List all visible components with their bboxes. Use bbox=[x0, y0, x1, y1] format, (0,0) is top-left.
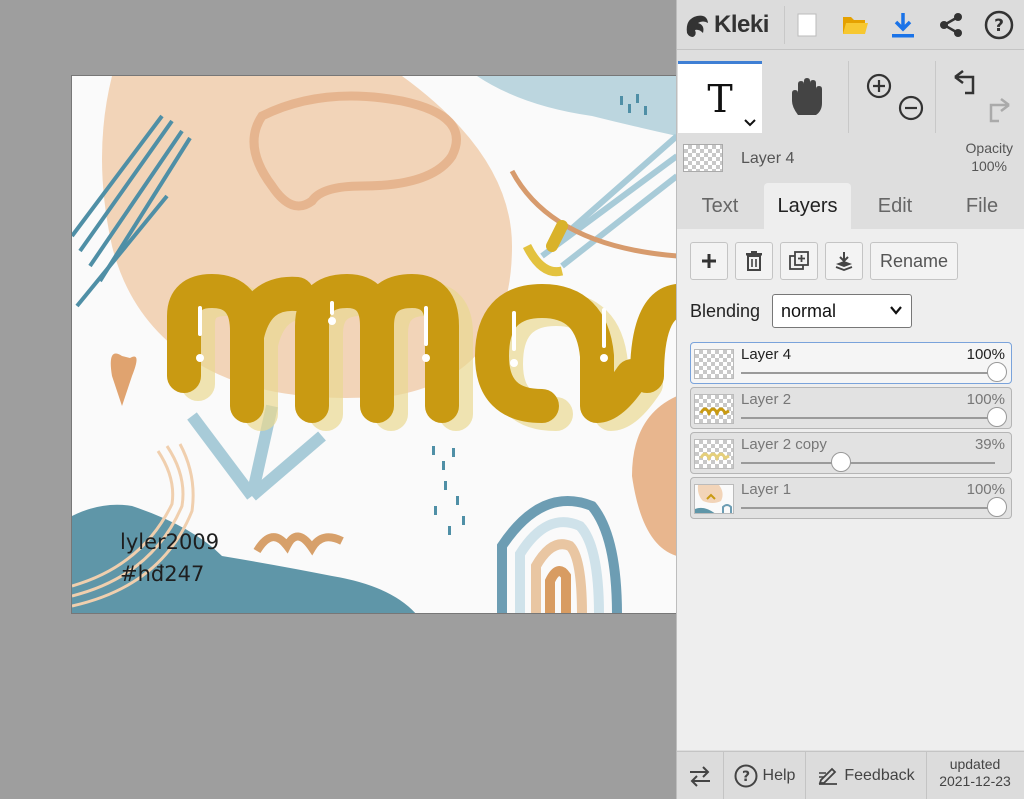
svg-text:?: ? bbox=[994, 16, 1004, 36]
layer-opacity-track[interactable] bbox=[741, 462, 995, 464]
panel-tabs: Text Layers Edit File bbox=[677, 183, 1024, 229]
plus-icon bbox=[702, 254, 716, 268]
blending-select[interactable]: normal bbox=[772, 294, 912, 328]
trash-icon bbox=[746, 251, 762, 271]
chevron-down-icon bbox=[744, 119, 756, 127]
layer-item-layer-2[interactable]: Layer 2 100% bbox=[690, 387, 1012, 429]
blending-value: normal bbox=[781, 300, 837, 321]
layer-opacity: 100% bbox=[966, 391, 1005, 408]
new-image-icon bbox=[797, 13, 817, 37]
help-button[interactable]: ? bbox=[980, 6, 1018, 44]
layer-name: Layer 2 bbox=[741, 391, 792, 408]
layer-name: Layer 2 copy bbox=[741, 436, 827, 453]
layer-opacity-slider[interactable] bbox=[987, 497, 1007, 517]
updated-label: updated bbox=[949, 756, 1001, 772]
app-name: Kleki bbox=[714, 11, 769, 38]
layer-item-layer-4[interactable]: Layer 4 100% bbox=[690, 342, 1012, 384]
save-download-button[interactable] bbox=[884, 6, 922, 44]
blending-label: Blending bbox=[690, 301, 761, 321]
hand-tool-button[interactable] bbox=[763, 61, 849, 133]
bottom-bar: ? Help Feedback updated 2021-12-23 bbox=[677, 751, 1024, 799]
kleki-logo-icon bbox=[686, 15, 708, 37]
merge-down-icon bbox=[835, 252, 853, 271]
duplicate-icon bbox=[789, 251, 809, 270]
text-tool-glyph: T bbox=[707, 76, 733, 121]
tool-row: T bbox=[677, 61, 1024, 133]
current-layer-info: Layer 4 Opacity 100% bbox=[677, 136, 1024, 180]
undo-icon[interactable] bbox=[951, 69, 979, 97]
current-layer-thumbnail bbox=[683, 144, 723, 172]
layer-thumbnail-art bbox=[699, 407, 730, 417]
side-panel: Kleki ? T Layer 4 Opacity 100% Text Laye… bbox=[676, 0, 1024, 799]
layer-opacity-track[interactable] bbox=[741, 417, 995, 419]
svg-text:?: ? bbox=[741, 769, 749, 785]
delete-layer-button[interactable] bbox=[735, 242, 773, 280]
layer-thumbnail-art bbox=[695, 485, 732, 513]
help-circle-icon: ? bbox=[734, 764, 758, 788]
top-toolbar: Kleki ? bbox=[677, 0, 1024, 50]
open-file-button[interactable] bbox=[836, 6, 874, 44]
layers-panel: Rename Blending normal Layer 4 100% Laye… bbox=[677, 229, 1024, 750]
workspace[interactable]: lyler2009 #hđ247 bbox=[0, 0, 676, 799]
layer-opacity-track[interactable] bbox=[741, 372, 995, 374]
swap-arrows-icon bbox=[690, 766, 710, 787]
download-icon bbox=[892, 13, 914, 38]
merge-layer-button[interactable] bbox=[825, 242, 863, 280]
layer-thumbnail-art bbox=[699, 452, 730, 462]
layer-thumbnail bbox=[694, 349, 734, 379]
help-icon: ? bbox=[984, 10, 1014, 40]
toolbar-divider bbox=[784, 6, 785, 44]
feedback-label: Feedback bbox=[844, 767, 915, 784]
tab-file[interactable]: File bbox=[939, 183, 1024, 229]
feedback-pencil-icon bbox=[819, 767, 838, 785]
updated-info[interactable]: updated 2021-12-23 bbox=[927, 756, 1023, 790]
zoom-out-icon[interactable] bbox=[896, 93, 926, 123]
chevron-down-icon bbox=[890, 306, 902, 315]
new-image-button[interactable] bbox=[788, 6, 826, 44]
drawing-canvas[interactable]: lyler2009 #hđ247 bbox=[71, 75, 676, 614]
share-button[interactable] bbox=[932, 6, 970, 44]
layer-item-layer-1[interactable]: Layer 1 100% bbox=[690, 477, 1012, 519]
undo-redo-tools bbox=[937, 61, 1024, 133]
layer-name: Layer 4 bbox=[741, 346, 792, 363]
zoom-in-icon[interactable] bbox=[864, 71, 894, 101]
layer-opacity-track[interactable] bbox=[741, 507, 995, 509]
duplicate-layer-button[interactable] bbox=[780, 242, 818, 280]
kleki-logo[interactable]: Kleki bbox=[683, 8, 769, 42]
text-tool-button[interactable]: T bbox=[678, 61, 762, 133]
layer-opacity-slider[interactable] bbox=[987, 407, 1007, 427]
layer-thumbnail bbox=[694, 439, 734, 469]
layer-opacity: 100% bbox=[966, 346, 1005, 363]
canvas-text-line1: lyler2009 bbox=[120, 530, 220, 554]
swap-side-button[interactable] bbox=[677, 752, 724, 799]
tab-edit[interactable]: Edit bbox=[852, 183, 938, 229]
redo-icon[interactable] bbox=[985, 97, 1013, 125]
opacity-label: Opacity bbox=[965, 140, 1013, 156]
updated-date: 2021-12-23 bbox=[939, 773, 1011, 789]
hand-icon bbox=[791, 78, 822, 115]
help-label: Help bbox=[762, 767, 796, 784]
current-layer-name: Layer 4 bbox=[741, 150, 795, 167]
rename-layer-button[interactable]: Rename bbox=[870, 242, 958, 280]
tab-layers[interactable]: Layers bbox=[764, 183, 851, 229]
opacity-value: 100% bbox=[971, 158, 1007, 174]
feedback-button[interactable]: Feedback bbox=[806, 752, 927, 799]
open-folder-icon bbox=[843, 17, 868, 34]
layer-thumbnail bbox=[694, 484, 734, 514]
canvas-text-line2: #hđ247 bbox=[120, 562, 205, 586]
layer-opacity-slider[interactable] bbox=[830, 452, 851, 472]
layer-thumbnail bbox=[694, 394, 734, 424]
layer-item-layer-2-copy[interactable]: Layer 2 copy 39% bbox=[690, 432, 1012, 474]
tab-text[interactable]: Text bbox=[677, 183, 763, 229]
layer-opacity: 39% bbox=[974, 436, 1005, 453]
add-layer-button[interactable] bbox=[690, 242, 728, 280]
help-footer-button[interactable]: ? Help bbox=[724, 752, 806, 799]
layer-opacity: 100% bbox=[966, 481, 1005, 498]
zoom-tools bbox=[850, 61, 936, 133]
layer-opacity-slider[interactable] bbox=[987, 362, 1007, 382]
share-icon bbox=[940, 13, 962, 37]
layer-name: Layer 1 bbox=[741, 481, 792, 498]
